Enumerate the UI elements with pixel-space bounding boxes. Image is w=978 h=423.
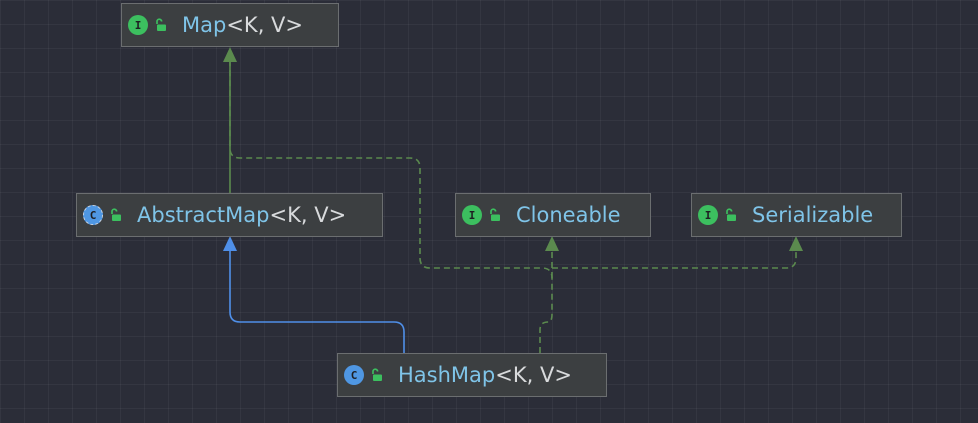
type-generics: <K, V> [226,13,304,37]
node-label: Cloneable [516,203,621,227]
type-generics: <K, V> [495,363,572,387]
type-name: Serializable [752,203,874,227]
type-name: HashMap [398,363,496,387]
arrowhead-abstractmap [223,236,237,251]
node-map[interactable]: I Map<K, V> [121,3,339,47]
unlocked-padlock-icon [111,208,121,221]
node-hashmap[interactable]: C HashMap<K, V> [337,353,607,397]
node-label: AbstractMap<K, V> [137,203,346,227]
edge-hashmap-to-abstractmap [229,251,405,353]
type-name: Map [182,13,227,37]
unlocked-padlock-icon [726,208,736,221]
abstract-class-icon: C [83,205,103,225]
interface-icon: I [698,205,718,225]
arrowhead-cloneable [545,236,559,251]
node-label: Serializable [752,203,873,227]
node-serializable[interactable]: I Serializable [691,193,902,237]
type-name: AbstractMap [137,203,270,227]
node-cloneable[interactable]: I Cloneable [455,193,651,237]
type-generics: <K, V> [269,203,347,227]
type-name: Cloneable [516,203,621,227]
node-abstractmap[interactable]: C AbstractMap<K, V> [76,193,383,237]
interface-icon: I [128,15,148,35]
edge-hashmap-to-serializable [552,251,797,269]
interface-icon: I [462,205,482,225]
arrowhead-map [223,47,237,62]
arrowhead-serializable [789,236,803,251]
class-icon: C [344,365,364,385]
node-label: HashMap<K, V> [398,363,572,387]
node-label: Map<K, V> [182,13,303,37]
unlocked-padlock-icon [156,18,166,31]
unlocked-padlock-icon [490,208,500,221]
unlocked-padlock-icon [372,368,382,381]
